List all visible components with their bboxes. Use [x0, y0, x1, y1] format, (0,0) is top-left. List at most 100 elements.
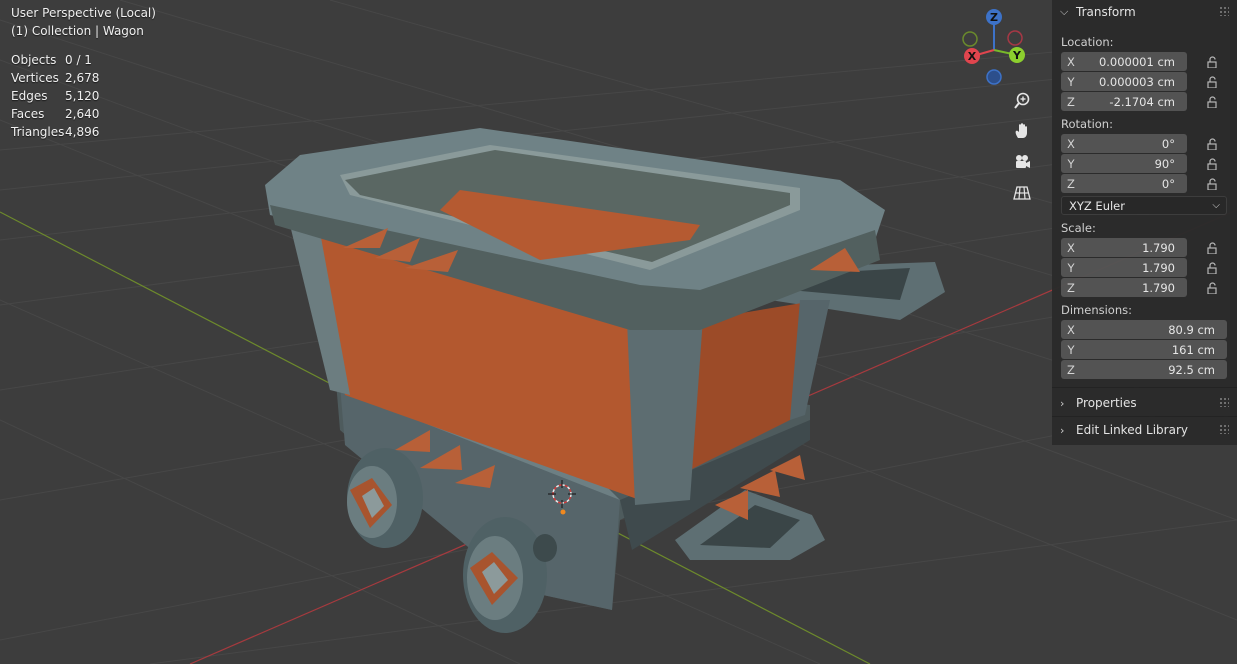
- zoom-icon: [1014, 92, 1030, 109]
- scale-y-field[interactable]: Y 1.790: [1061, 258, 1187, 277]
- stat-key: Vertices: [11, 71, 59, 85]
- stat-key: Edges: [11, 89, 48, 103]
- stat-value: 2,678: [65, 71, 100, 85]
- rotation-y-field[interactable]: Y 90°: [1061, 154, 1187, 173]
- lock-rotation-y-icon[interactable]: [1205, 157, 1219, 171]
- stat-value: 2,640: [65, 107, 100, 121]
- stat-key: Faces: [11, 107, 45, 121]
- location-x-value: 0.000001 cm: [1098, 54, 1175, 69]
- panel-divider: [1052, 387, 1237, 388]
- dimensions-z-value: 92.5 cm: [1168, 362, 1215, 377]
- pan-button[interactable]: [1009, 118, 1035, 144]
- dimensions-x-value: 80.9 cm: [1168, 322, 1215, 337]
- rotation-x-value: 0°: [1161, 136, 1175, 151]
- stat-value: 4,896: [65, 125, 100, 139]
- scale-z-field[interactable]: Z 1.790: [1061, 278, 1187, 297]
- dimensions-label: Dimensions:: [1061, 303, 1132, 317]
- axis-label: Z: [1067, 280, 1075, 295]
- wagon-wheel: [347, 448, 423, 548]
- dimensions-y-value: 161 cm: [1171, 342, 1215, 357]
- rotation-z-value: 0°: [1161, 176, 1175, 191]
- gizmo-y-label: Y: [1012, 49, 1022, 62]
- location-y-value: 0.000003 cm: [1098, 74, 1175, 89]
- axis-label: X: [1067, 322, 1075, 337]
- linked-library-title: Edit Linked Library: [1076, 423, 1188, 437]
- gizmo-x-label: X: [968, 50, 977, 63]
- dimensions-y-field[interactable]: Y 161 cm: [1061, 340, 1227, 359]
- rotation-y-value: 90°: [1154, 156, 1175, 171]
- transform-title: Transform: [1076, 5, 1136, 19]
- camera-view-button[interactable]: [1009, 149, 1035, 175]
- transform-panel-header[interactable]: ⌵ Transform: [1052, 0, 1237, 24]
- axis-label: Z: [1067, 362, 1075, 377]
- sidebar-panel: ⌵ Transform Location: X 0.000001 cm Y 0.00…: [1052, 0, 1237, 445]
- location-x-field[interactable]: X 0.000001 cm: [1061, 52, 1187, 71]
- linked-library-panel-header[interactable]: › Edit Linked Library: [1052, 418, 1237, 442]
- stat-row: Faces 2,640: [11, 107, 99, 125]
- zoom-button[interactable]: [1009, 88, 1035, 114]
- dimensions-z-field[interactable]: Z 92.5 cm: [1061, 360, 1227, 379]
- location-z-value: -2.1704 cm: [1109, 94, 1175, 109]
- axis-label: X: [1067, 136, 1075, 151]
- axis-label: Y: [1067, 260, 1075, 275]
- stat-row: Vertices 2,678: [11, 71, 99, 89]
- dimensions-x-field[interactable]: X 80.9 cm: [1061, 320, 1227, 339]
- lock-rotation-x-icon[interactable]: [1205, 137, 1219, 151]
- wagon-wheel: [463, 517, 557, 633]
- rotation-mode-select[interactable]: XYZ Euler ⌵: [1061, 196, 1227, 215]
- scale-x-field[interactable]: X 1.790: [1061, 238, 1187, 257]
- viewport-perspective-label: User Perspective (Local): [11, 6, 156, 20]
- lock-scale-y-icon[interactable]: [1205, 261, 1219, 275]
- ortho-grid-icon: [1013, 186, 1031, 200]
- lock-scale-z-icon[interactable]: [1205, 281, 1219, 295]
- axis-label: X: [1067, 54, 1075, 69]
- stat-key: Triangles: [11, 125, 65, 139]
- stat-key: Objects: [11, 53, 57, 67]
- lock-location-x-icon[interactable]: [1205, 55, 1219, 69]
- rotation-z-field[interactable]: Z 0°: [1061, 174, 1187, 193]
- stat-row: Triangles 4,896: [11, 125, 99, 143]
- location-label: Location:: [1061, 35, 1114, 49]
- location-y-field[interactable]: Y 0.000003 cm: [1061, 72, 1187, 91]
- axis-label: Y: [1067, 342, 1075, 357]
- panel-divider: [1052, 416, 1237, 417]
- chevron-right-icon: ›: [1060, 423, 1065, 437]
- drag-grip-icon[interactable]: [1219, 424, 1229, 434]
- axis-label: X: [1067, 240, 1075, 255]
- stat-value: 0 / 1: [65, 53, 92, 67]
- lock-scale-x-icon[interactable]: [1205, 241, 1219, 255]
- axis-label: Z: [1067, 176, 1075, 191]
- navigation-gizmo[interactable]: Z Y X: [954, 6, 1034, 90]
- rotation-x-field[interactable]: X 0°: [1061, 134, 1187, 153]
- chevron-right-icon: ›: [1060, 396, 1065, 410]
- stat-row: Objects 0 / 1: [11, 53, 99, 71]
- drag-grip-icon[interactable]: [1219, 6, 1229, 16]
- gizmo-z-label: Z: [990, 11, 998, 24]
- stat-row: Edges 5,120: [11, 89, 99, 107]
- camera-icon: [1016, 155, 1030, 168]
- rotation-label: Rotation:: [1061, 117, 1113, 131]
- axis-label: Y: [1067, 156, 1075, 171]
- viewport-collection-label: (1) Collection | Wagon: [11, 24, 144, 38]
- drag-grip-icon[interactable]: [1219, 397, 1229, 407]
- lock-location-y-icon[interactable]: [1205, 75, 1219, 89]
- rotation-mode-value: XYZ Euler: [1069, 198, 1125, 213]
- axis-label: Z: [1067, 94, 1075, 109]
- location-z-field[interactable]: Z -2.1704 cm: [1061, 92, 1187, 111]
- scale-x-value: 1.790: [1142, 240, 1175, 255]
- chevron-down-icon: ⌵: [1212, 200, 1220, 211]
- gizmo-neg-z[interactable]: [986, 69, 1002, 85]
- chevron-down-icon: ⌵: [1060, 5, 1069, 18]
- scene-statistics: Objects 0 / 1 Vertices 2,678 Edges 5,120 Fa…: [11, 53, 99, 143]
- properties-title: Properties: [1076, 396, 1137, 410]
- pan-hand-icon: [1015, 123, 1027, 138]
- lock-location-z-icon[interactable]: [1205, 95, 1219, 109]
- gizmo-neg-y[interactable]: [962, 31, 978, 47]
- properties-panel-header[interactable]: › Properties: [1052, 391, 1237, 415]
- axis-label: Y: [1067, 74, 1075, 89]
- scale-label: Scale:: [1061, 221, 1096, 235]
- lock-rotation-z-icon[interactable]: [1205, 177, 1219, 191]
- scale-z-value: 1.790: [1142, 280, 1175, 295]
- gizmo-neg-x[interactable]: [1007, 30, 1023, 46]
- ortho-toggle-button[interactable]: [1009, 179, 1035, 205]
